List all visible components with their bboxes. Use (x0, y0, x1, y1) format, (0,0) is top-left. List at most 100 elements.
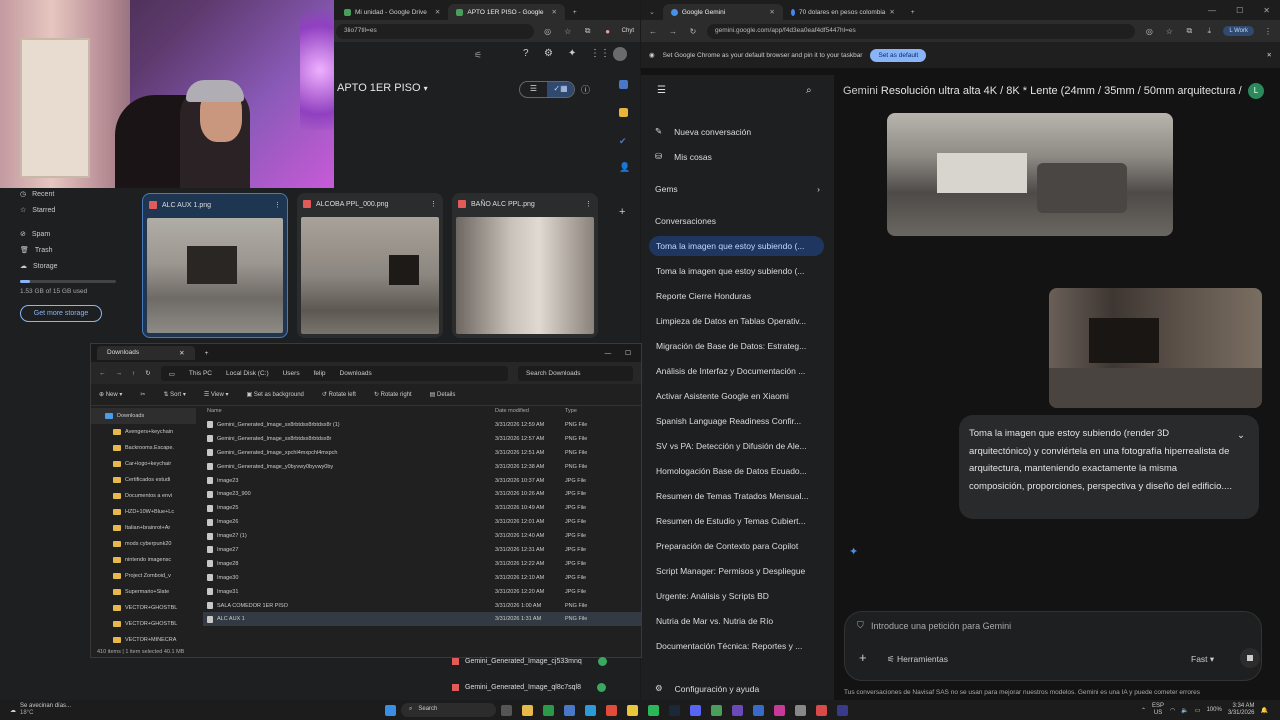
back-arrow-icon[interactable]: ← (647, 27, 659, 36)
close-icon[interactable]: ✕ (179, 349, 184, 357)
store-icon[interactable] (564, 704, 575, 716)
menu-hamburger-icon[interactable]: ☰ (657, 85, 666, 96)
conversation-item[interactable]: Limpieza de Datos en Tablas Operativ... (649, 311, 824, 331)
tree-item[interactable]: Certificados estudi (91, 472, 196, 488)
refresh-icon[interactable]: ↻ (145, 369, 150, 377)
table-row[interactable]: Image30 3/31/2026 12:10 AM JPG File (203, 571, 641, 585)
rotate-left-button[interactable]: ↺ Rotate left (322, 391, 356, 398)
profile-chip[interactable]: L Work (1223, 26, 1254, 36)
table-row[interactable]: Image26 3/31/2026 12:01 AM JPG File (203, 515, 641, 529)
avatar[interactable]: L (1248, 83, 1264, 99)
new-tab-button[interactable]: + (205, 350, 209, 357)
profile-chip[interactable]: Chyt (622, 28, 634, 34)
rotate-right-button[interactable]: ↻ Rotate right (374, 391, 412, 398)
file-card[interactable]: ALC AUX 1.png ⋮ (142, 193, 288, 338)
download-item[interactable]: Gemini_Generated_Image_ql8c7sql8 (452, 683, 606, 692)
tree-item[interactable]: VECTOR+GHOSTBL (91, 600, 196, 616)
more-options-icon[interactable]: ⋮ (585, 200, 592, 208)
app-icon[interactable] (774, 704, 785, 716)
uploaded-image[interactable] (1049, 288, 1262, 408)
conversation-item[interactable]: Nutria de Mar vs. Nutria de Río (649, 611, 824, 631)
conversation-item[interactable]: Migración de Base de Datos: Estrateg... (649, 336, 824, 356)
menu-dots-icon[interactable]: ⋮ (1262, 27, 1274, 36)
column-name[interactable]: Name (203, 408, 495, 418)
breadcrumb-item[interactable]: Users (283, 370, 300, 377)
notification-bell-icon[interactable]: 🔔 (1261, 707, 1268, 714)
explorer-tab[interactable]: Downloads ✕ (97, 346, 195, 360)
download-item[interactable]: Gemini_Generated_Image_cj533mnq (452, 657, 607, 666)
table-row[interactable]: Image27 3/31/2026 12:31 AM JPG File (203, 543, 641, 557)
edge-icon[interactable] (585, 704, 596, 716)
my-stuff-button[interactable]: ⛁ Mis cosas (655, 151, 712, 162)
tree-item[interactable]: Downloads (91, 408, 196, 424)
chrome-icon[interactable] (606, 704, 617, 716)
left-url-input[interactable]: 3lio77tll=es (336, 23, 534, 39)
account-avatar[interactable] (613, 47, 627, 61)
set-default-button[interactable]: Set as default (870, 48, 927, 62)
tree-item[interactable]: Car+logo+keychair (91, 456, 196, 472)
view-toggle[interactable]: ☰ ✓▦ (519, 81, 575, 98)
conversation-item[interactable]: Documentación Técnica: Reportes y ... (649, 636, 824, 656)
tree-item[interactable]: Documentos a envi (91, 488, 196, 504)
table-row[interactable]: Image31 3/31/2026 12:20 AM JPG File (203, 585, 641, 599)
new-tab-button[interactable]: + (903, 4, 923, 20)
conversation-item[interactable]: Spanish Language Readiness Confir... (649, 411, 824, 431)
extensions-icon[interactable]: ⧉ (582, 26, 594, 36)
app-icon[interactable] (711, 704, 722, 716)
google-lens-icon[interactable]: ◎ (1143, 27, 1155, 36)
weather-widget[interactable]: ☁ Se avecinan días... 18°C (0, 703, 380, 717)
table-row[interactable]: Gemini_Generated_Image_y0byvwy0byvwy0by 3… (203, 460, 641, 474)
chrome-profile-icon[interactable]: ● (602, 27, 614, 36)
conversation-item[interactable]: Resumen de Temas Tratados Mensual... (649, 486, 824, 506)
breadcrumb[interactable]: ▭ This PC Local Disk (C:) Users felip Do… (160, 365, 508, 381)
maximize-icon[interactable]: ☐ (625, 349, 631, 357)
tools-button[interactable]: ⚟ Herramientas (887, 654, 948, 665)
tree-item[interactable]: Italian+brainrot+Ar (91, 520, 196, 536)
minimize-icon[interactable]: — (605, 350, 612, 357)
grid-view-icon[interactable]: ✓▦ (547, 82, 574, 97)
bookmark-star-icon[interactable]: ☆ (1163, 27, 1175, 36)
apps-grid-icon[interactable]: ⋮⋮ (590, 48, 610, 59)
conversation-item[interactable]: Toma la imagen que estoy subiendo (... (649, 261, 824, 281)
tab-gemini[interactable]: Google Gemini ✕ (662, 4, 783, 20)
sort-button[interactable]: ⇅ Sort ▾ (163, 391, 185, 398)
close-icon[interactable]: ✕ (769, 8, 774, 16)
steam-icon[interactable] (669, 704, 680, 716)
table-row[interactable]: Gemini_Generated_Image_sx8rbtdsx8rbtdsx8… (203, 418, 641, 432)
tree-item[interactable]: VECTOR+MINECRA (91, 632, 196, 648)
calendar-icon[interactable] (619, 80, 628, 89)
keep-icon[interactable] (619, 108, 628, 117)
column-date[interactable]: Date modified (495, 408, 565, 418)
breadcrumb-item[interactable]: Downloads (340, 370, 372, 377)
download-icon[interactable]: ⤓ (1203, 26, 1215, 36)
forward-arrow-icon[interactable]: → (116, 370, 123, 377)
tree-item[interactable]: Supermario+Slate (91, 584, 196, 600)
mode-selector[interactable]: Fast ▾ (1191, 654, 1214, 665)
language-indicator[interactable]: ESP US (1152, 703, 1164, 717)
volume-icon[interactable]: 🔈 (1181, 707, 1188, 714)
table-row[interactable]: SALA COMEDOR 1ER PISO 3/31/2026 1:00 AM PN… (203, 599, 641, 613)
explorer-search-input[interactable]: Search Downloads (518, 365, 633, 381)
battery-icon[interactable]: ▭ (1195, 707, 1201, 714)
nav-starred[interactable]: ☆ Starred (10, 202, 130, 218)
conversation-item[interactable]: Preparación de Contexto para Copilot (649, 536, 824, 556)
column-type[interactable]: Type (565, 408, 625, 418)
nav-trash[interactable]: 🗑 Trash (10, 242, 130, 258)
app-icon[interactable] (753, 704, 764, 716)
close-icon[interactable]: ✕ (889, 8, 894, 16)
view-button[interactable]: ☰ View ▾ (204, 391, 229, 398)
file-explorer-icon[interactable] (522, 704, 533, 716)
nav-storage[interactable]: ☁ Storage (10, 258, 130, 274)
refresh-icon[interactable]: ↻ (687, 27, 699, 36)
expand-chevron-icon[interactable]: ⌄ (1237, 427, 1245, 445)
tree-item[interactable]: HZD+10W+Blue+Lc (91, 504, 196, 520)
breadcrumb-item[interactable]: felip (314, 370, 326, 377)
xbox-icon[interactable] (543, 704, 554, 716)
prompt-input-box[interactable]: ⛉ Introduce una petición para Gemini + ⚟… (844, 611, 1262, 681)
add-attachment-icon[interactable]: + (859, 650, 867, 665)
app-icon[interactable] (732, 704, 743, 716)
close-window-icon[interactable]: ✕ (1253, 6, 1280, 20)
conversation-item[interactable]: Activar Asistente Google en Xiaomi (649, 386, 824, 406)
new-button[interactable]: ⊕ New ▾ (99, 391, 122, 398)
file-card[interactable]: BAÑO ALC PPL.png ⋮ (452, 193, 598, 338)
